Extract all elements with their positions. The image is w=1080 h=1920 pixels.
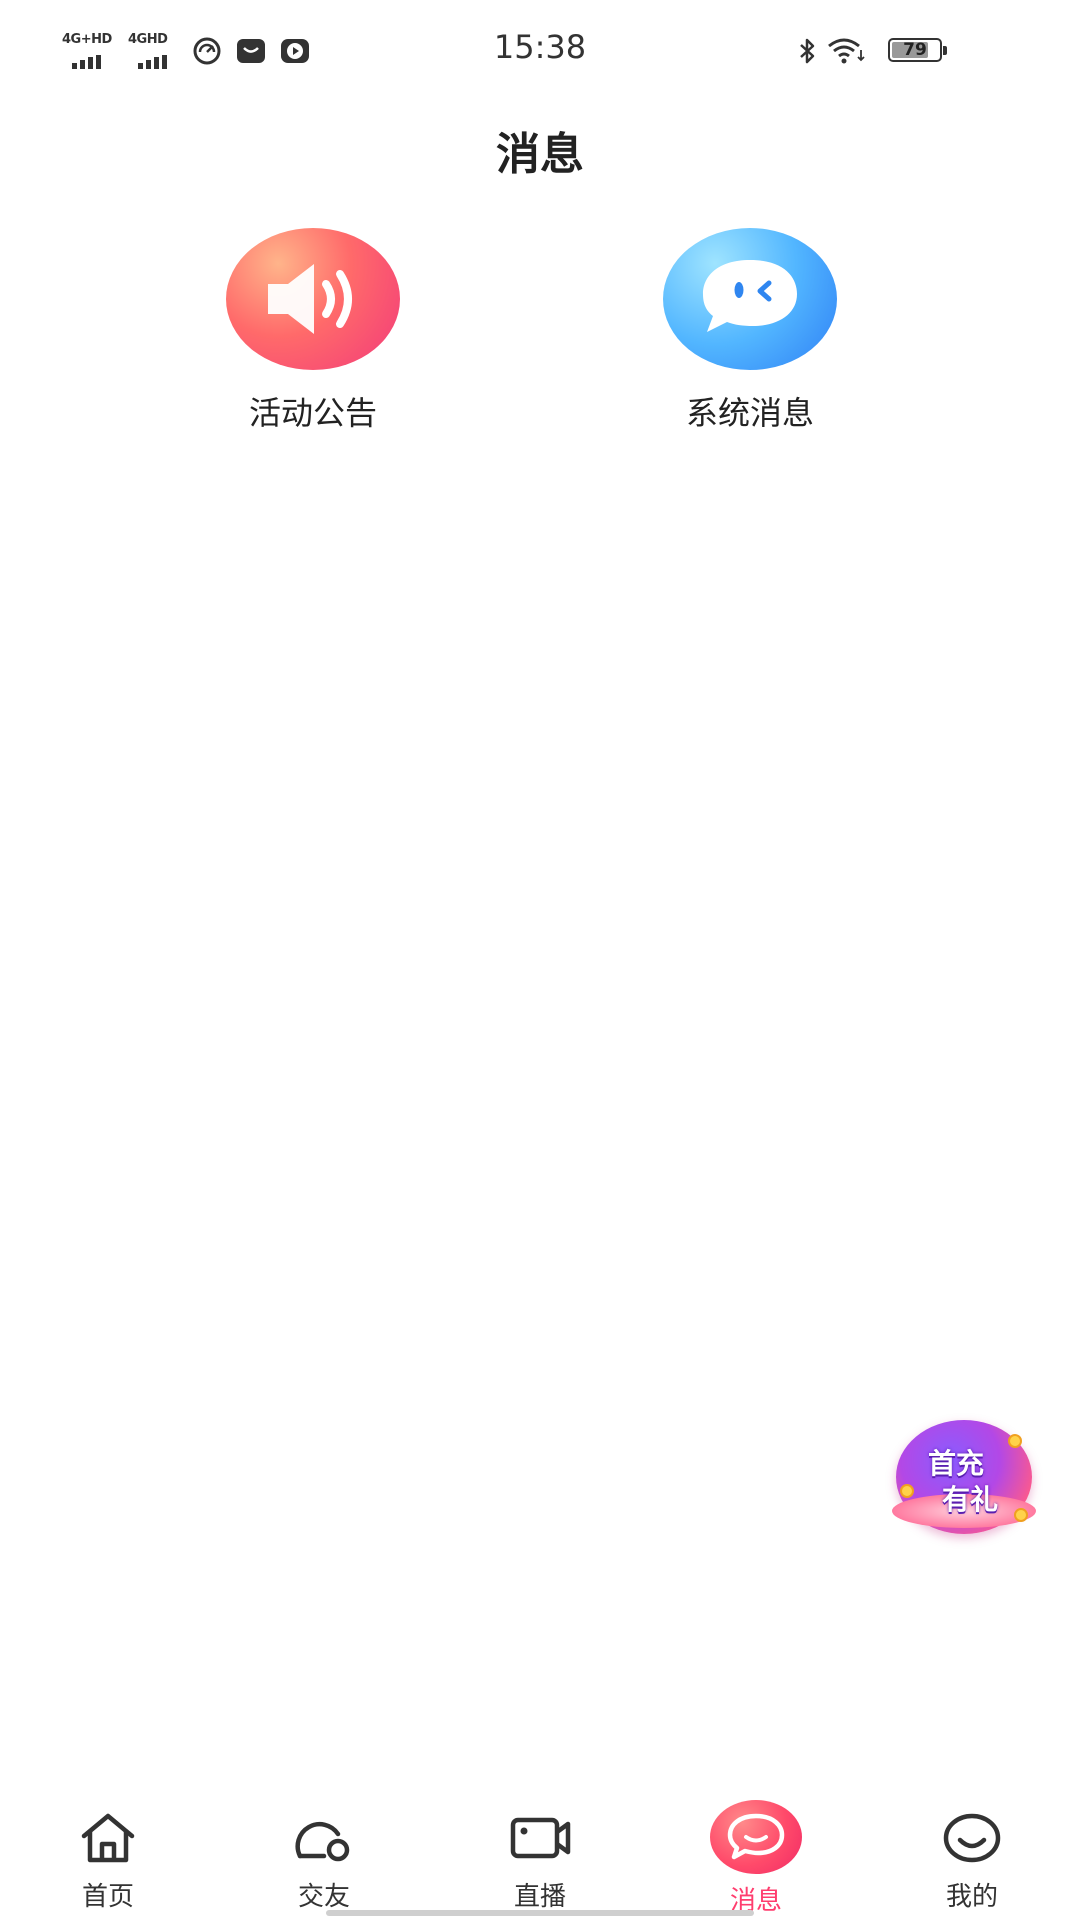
wifi-icon [828,38,865,64]
nav-friends[interactable]: 交友 [216,1790,432,1912]
promo-line2: 有礼 [941,1483,998,1516]
messages-screen: 4G+HD 4GHD 15:38 79 消息 活动公告 系统消息 首充 有礼 首… [0,0,1080,1920]
video-camera-icon [510,1817,571,1859]
chat-bubble-icon [703,260,797,332]
announcements-icon-badge [226,228,400,370]
signal-sim1-icon: 4G+HD [62,32,122,69]
nav-home[interactable]: 首页 [0,1790,216,1912]
page-title: 消息 [496,129,584,180]
smiley-icon [943,1813,1001,1863]
clock: 15:38 [493,28,587,66]
system-messages-label: 系统消息 [685,394,814,432]
home-indicator-bar[interactable] [326,1910,754,1916]
nav-profile-label: 我的 [945,1882,998,1912]
message-icon [727,1813,785,1860]
nav-home-label: 首页 [81,1882,134,1912]
announcements-label: 活动公告 [248,394,377,432]
nav-live-label: 直播 [513,1882,566,1912]
home-icon [81,1813,135,1863]
network-type-sim1: 4G+HD [62,32,112,47]
nav-profile[interactable]: 我的 [864,1790,1080,1912]
announcements-shortcut[interactable]: 活动公告 [193,228,433,432]
nav-messages-active-indicator [710,1800,802,1874]
bluetooth-icon [800,38,815,64]
system-messages-icon-badge [663,228,837,370]
speaker-icon [268,264,352,334]
status-bar: 4G+HD 4GHD 15:38 79 [0,0,1080,100]
nav-friends-label: 交友 [297,1882,350,1912]
nav-messages[interactable]: 消息 [648,1790,864,1916]
friends-icon [295,1822,350,1862]
first-recharge-promo-button[interactable]: 首充 有礼 [892,1420,1036,1534]
battery-icon: 79 [888,38,947,62]
bottom-navigation: 首页 交友 直播 消息 我的 [0,1790,1080,1920]
nav-live[interactable]: 直播 [432,1790,648,1912]
battery-level: 79 [903,40,927,60]
system-messages-shortcut[interactable]: 系统消息 [630,228,870,432]
mail-app-icon [237,39,265,63]
video-app-icon [281,39,309,63]
speedometer-icon [193,37,221,65]
promo-line1: 首充 [927,1447,984,1480]
signal-sim2-icon: 4GHD [128,32,188,69]
network-type-sim2: 4GHD [128,32,168,47]
